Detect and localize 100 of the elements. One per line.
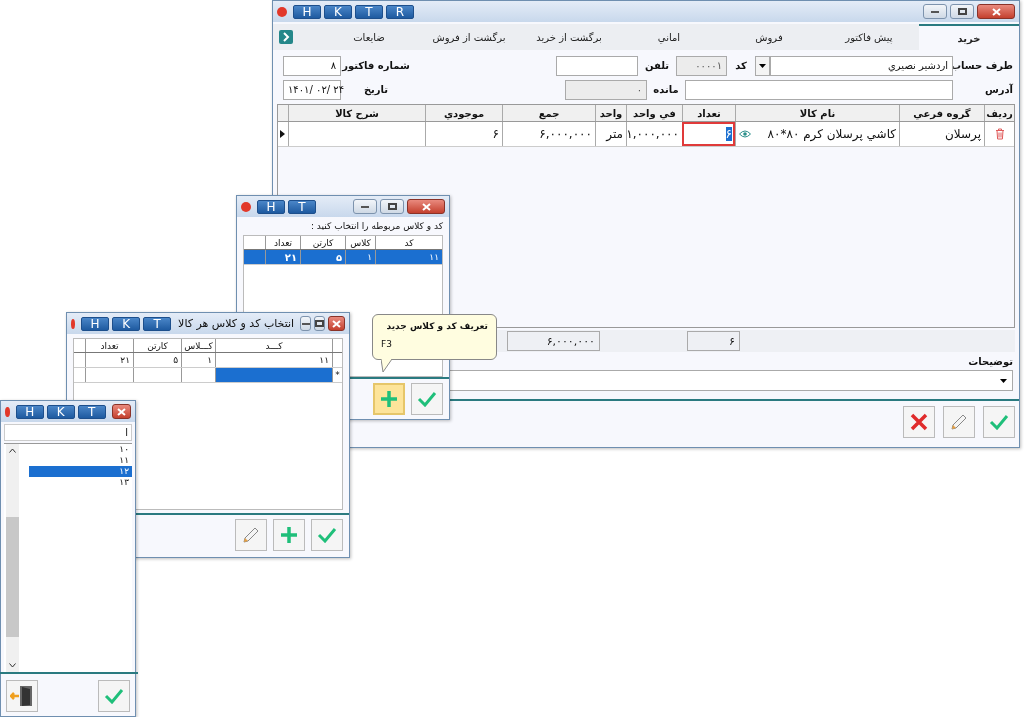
account-field[interactable]: اردشير نصيري	[770, 55, 953, 76]
close-icon	[332, 319, 342, 328]
table-cell: کاشي پرسلان کرم ۸۰*۸۰	[767, 127, 896, 141]
toolbar-button[interactable]: K	[324, 4, 352, 19]
tooltip-title: تعریف کد و کلاس جدید	[386, 321, 488, 331]
column-header[interactable]: واحد	[595, 105, 626, 121]
plus-icon	[380, 390, 398, 408]
column-header[interactable]: في واحد	[626, 105, 682, 121]
toolbar-button[interactable]: K	[112, 316, 141, 331]
table-cell: ۱۱	[375, 250, 442, 264]
table-cell: ۵	[300, 250, 345, 264]
toolbar-button[interactable]: R	[386, 4, 414, 19]
minimize-button[interactable]	[300, 316, 312, 331]
code-field[interactable]: ۰۰۰۰۱	[676, 55, 727, 76]
close-button[interactable]	[328, 316, 345, 331]
field-label: آدرس	[983, 84, 1013, 95]
table-cell[interactable]	[215, 368, 332, 382]
field-label: کد	[734, 60, 748, 71]
column-header[interactable]: تعداد	[682, 105, 735, 121]
toolbar-button[interactable]: H	[81, 316, 110, 331]
dropdown-button[interactable]	[755, 55, 770, 76]
chevron-up-icon[interactable]	[9, 448, 16, 453]
exit-button[interactable]	[6, 680, 38, 712]
trash-icon[interactable]	[994, 128, 1005, 140]
close-icon	[116, 407, 126, 416]
phone-field[interactable]	[556, 55, 638, 76]
column-header[interactable]: موجودي	[425, 105, 502, 121]
list-item[interactable]: ۱۰	[29, 444, 132, 455]
field-label: تلفن	[643, 60, 670, 71]
toolbar-button[interactable]: T	[288, 199, 316, 214]
edit-button[interactable]	[943, 406, 975, 438]
invoice-number-field[interactable]: ۸	[283, 55, 341, 76]
pencil-icon	[950, 413, 968, 431]
table-cell: ۲۱	[85, 353, 133, 367]
maximize-button[interactable]	[950, 4, 974, 19]
chevron-button[interactable]	[279, 30, 293, 44]
close-button[interactable]	[407, 199, 445, 214]
close-button[interactable]	[977, 4, 1015, 19]
column-header[interactable]: گروه فرعي	[899, 105, 984, 121]
pencil-icon	[242, 526, 260, 544]
column-header[interactable]: تعداد	[85, 339, 133, 352]
toolbar-button[interactable]: H	[293, 4, 321, 19]
field-label: طرف حساب	[953, 60, 1013, 71]
column-header[interactable]: کلاس	[345, 236, 375, 249]
quantity-total-field: ۶	[687, 331, 740, 351]
app-icon	[5, 406, 10, 417]
table-cell: ۱,۰۰۰,۰۰۰	[626, 122, 682, 146]
minimize-button[interactable]	[353, 199, 377, 214]
scrollbar[interactable]	[6, 444, 19, 672]
sum-total-field: ۶,۰۰۰,۰۰۰	[507, 331, 600, 351]
table-cell: ۱	[181, 353, 215, 367]
table-cell: ۶	[425, 122, 502, 146]
column-header[interactable]: تعداد	[265, 236, 300, 249]
cancel-button[interactable]	[903, 406, 935, 438]
maximize-button[interactable]	[314, 316, 326, 331]
tab[interactable]: فروش	[719, 24, 819, 50]
toolbar-button[interactable]: K	[46, 404, 75, 419]
app-icon	[71, 318, 76, 329]
check-icon	[104, 688, 124, 704]
list-item[interactable]: ۱۳	[29, 477, 132, 488]
tab[interactable]: ضايعات	[319, 24, 419, 50]
search-field[interactable]: ا	[4, 424, 132, 441]
maximize-button[interactable]	[380, 199, 404, 214]
toolbar-button[interactable]: T	[143, 316, 172, 331]
table-row[interactable]: ۱۱ ۱ ۵ ۲۱	[244, 250, 442, 265]
check-icon	[417, 391, 437, 407]
toolbar-button[interactable]: T	[77, 404, 106, 419]
column-header[interactable]: کـــد	[215, 339, 332, 352]
column-header[interactable]: کارتن	[133, 339, 181, 352]
toolbar-button[interactable]: T	[355, 4, 383, 19]
list-item[interactable]: ۱۱	[29, 455, 132, 466]
list-item[interactable]: ۱۲	[29, 466, 132, 477]
column-header[interactable]: نام کالا	[735, 105, 899, 121]
caret-down-icon[interactable]	[1000, 378, 1007, 383]
column-header[interactable]: جمع	[502, 105, 595, 121]
eye-icon[interactable]	[739, 130, 751, 138]
tab[interactable]: پيش فاکتور	[819, 24, 919, 50]
column-header[interactable]: کارتن	[300, 236, 345, 249]
chevron-down-icon[interactable]	[9, 663, 16, 668]
address-field[interactable]	[685, 79, 953, 100]
tab[interactable]: برگشت از فروش	[419, 24, 519, 50]
quantity-input[interactable]: ۶	[682, 122, 735, 146]
toolbar-button[interactable]: H	[257, 199, 285, 214]
column-header[interactable]: کـــلاس	[181, 339, 215, 352]
column-header[interactable]: رديف	[984, 105, 1014, 121]
minimize-button[interactable]	[923, 4, 947, 19]
description-label: توضيحات	[968, 356, 1013, 367]
tab[interactable]: اماني	[619, 24, 719, 50]
column-header[interactable]: کد	[375, 236, 442, 249]
close-button[interactable]	[111, 404, 131, 419]
app-icon	[277, 6, 287, 17]
table-cell: ۱	[345, 250, 375, 264]
edit-button[interactable]	[235, 519, 267, 551]
balance-field[interactable]: ۰	[565, 79, 647, 100]
check-icon	[989, 414, 1009, 430]
toolbar-button[interactable]: H	[15, 404, 44, 419]
prompt-text: کد و کلاس مربوطه را انتخاب کنید :	[310, 221, 443, 231]
tab[interactable]: خريد	[919, 24, 1019, 50]
column-header[interactable]: شرح کالا	[288, 105, 425, 121]
tab[interactable]: برگشت از خريد	[519, 24, 619, 50]
